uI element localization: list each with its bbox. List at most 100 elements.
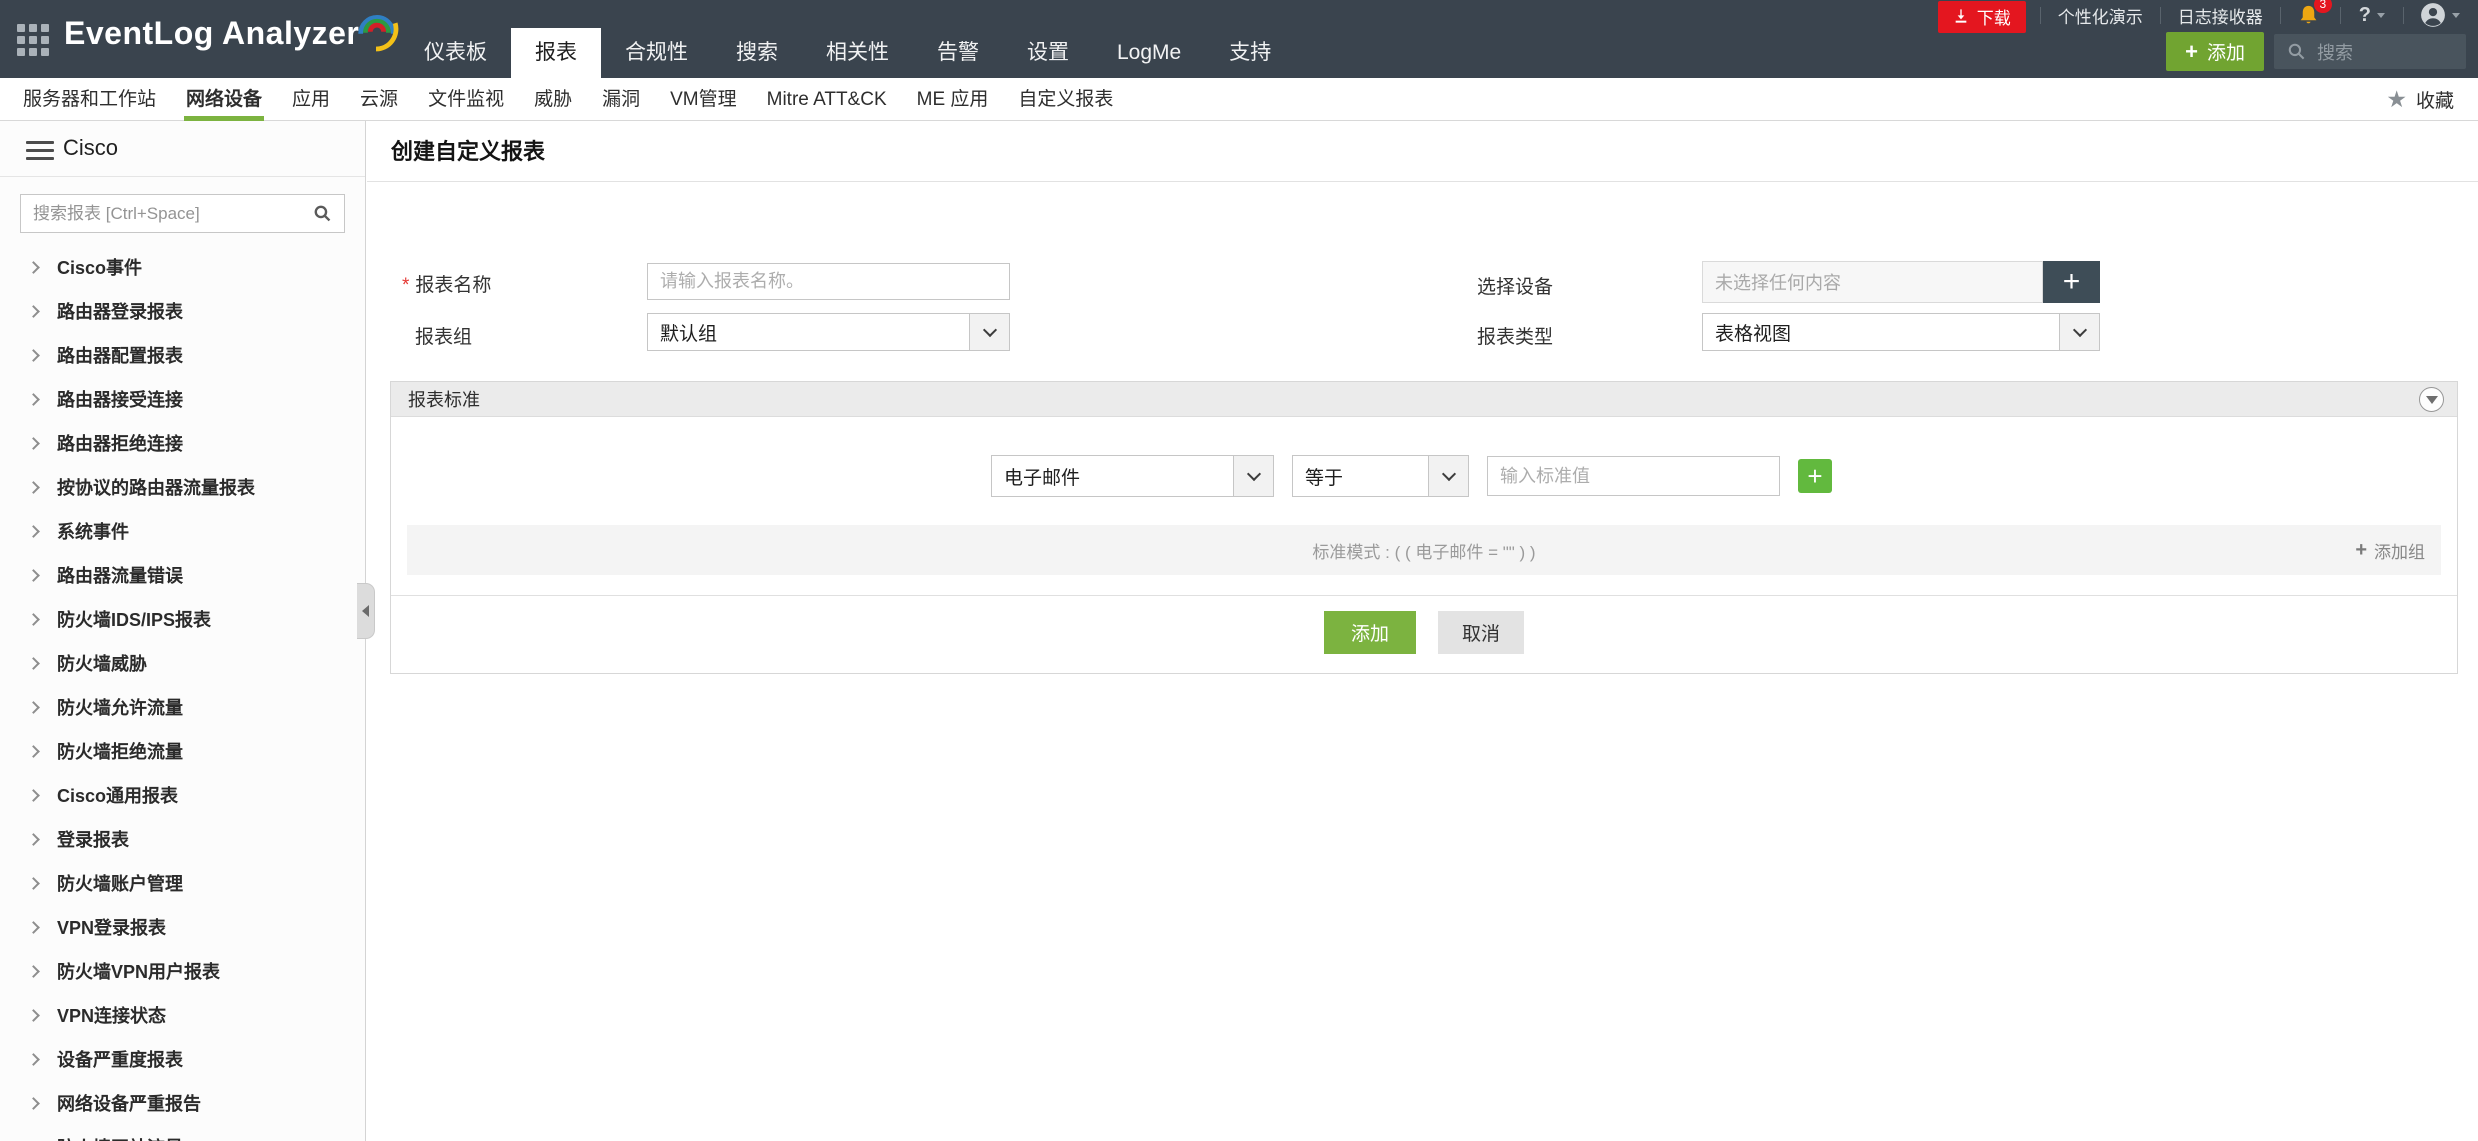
add-group-button[interactable]: + 添加组	[2355, 525, 2425, 575]
nav-tab-4[interactable]: 搜索	[712, 28, 802, 78]
user-menu-button[interactable]	[2406, 2, 2466, 28]
select-device-label: 选择设备	[1477, 277, 1554, 298]
report-group-item[interactable]: 防火墙网站流量	[0, 1125, 365, 1141]
personalized-demo-link[interactable]: 个性化演示	[2043, 3, 2158, 28]
chevron-right-icon	[27, 1052, 40, 1066]
main-content: 创建自定义报表 *报表名称 报表组 默认组 选择设备 未选择任何内容 + 报表类…	[367, 121, 2478, 1141]
report-group-item-label: Cisco通用报表	[57, 786, 179, 806]
app-grid-icon[interactable]	[17, 24, 49, 56]
page-title: 创建自定义报表	[367, 121, 2478, 182]
chevron-right-icon	[27, 1096, 40, 1110]
app-logo-text: EventLog Analyzer	[64, 15, 360, 51]
report-group-item[interactable]: VPN连接状态	[0, 993, 365, 1037]
subnav-tab-10[interactable]: ME 应用	[902, 78, 1004, 121]
download-icon	[1955, 9, 1967, 23]
nav-tab-1[interactable]: 仪表板	[400, 28, 511, 78]
subnav-tab-2[interactable]: 网络设备	[171, 78, 277, 121]
add-device-button[interactable]: +	[2043, 261, 2100, 303]
report-group-value: 默认组	[660, 323, 718, 345]
device-picker-value[interactable]: 未选择任何内容	[1702, 261, 2043, 303]
report-group-item[interactable]: 路由器登录报表	[0, 289, 365, 333]
app-logo[interactable]: EventLog Analyzer	[64, 14, 399, 52]
report-group-item[interactable]: 防火墙拒绝流量	[0, 729, 365, 773]
report-group-item[interactable]: 登录报表	[0, 817, 365, 861]
hamburger-menu-icon[interactable]	[26, 141, 54, 165]
sidebar-collapse-handle[interactable]	[357, 583, 375, 639]
report-group-item-label: 路由器登录报表	[57, 302, 183, 322]
global-add-button[interactable]: + 添加	[2166, 32, 2264, 71]
report-group-item[interactable]: 路由器流量错误	[0, 553, 365, 597]
subnav-tab-3[interactable]: 应用	[277, 78, 345, 121]
subnav-tab-11[interactable]: 自定义报表	[1003, 78, 1128, 121]
subnav-tab-4[interactable]: 云源	[345, 78, 413, 121]
chevron-left-icon	[362, 605, 369, 617]
nav-tab-2[interactable]: 报表	[511, 28, 601, 78]
report-group-item[interactable]: 防火墙账户管理	[0, 861, 365, 905]
report-group-item[interactable]: 系统事件	[0, 509, 365, 553]
report-group-item-label: 防火墙VPN用户报表	[57, 962, 221, 982]
report-type-label: 报表类型	[1477, 327, 1554, 348]
chevron-right-icon	[27, 1008, 40, 1022]
subnav-tab-7[interactable]: 漏洞	[587, 78, 655, 121]
chevron-right-icon	[27, 260, 40, 274]
nav-tab-9[interactable]: 支持	[1205, 28, 1295, 78]
criteria-field-select[interactable]: 电子邮件	[991, 455, 1274, 497]
panel-collapse-button[interactable]	[2419, 387, 2444, 412]
report-search-input[interactable]	[33, 203, 313, 224]
required-asterisk: *	[402, 275, 410, 296]
nav-tab-6[interactable]: 告警	[913, 28, 1003, 78]
notifications-button[interactable]: 3	[2283, 0, 2338, 27]
divider	[2339, 6, 2341, 24]
add-criteria-button[interactable]: +	[1798, 459, 1832, 493]
criteria-value-input[interactable]	[1487, 456, 1780, 496]
report-group-item[interactable]: 防火墙IDS/IPS报表	[0, 597, 365, 641]
subnav-tab-6[interactable]: 威胁	[519, 78, 587, 121]
report-group-item[interactable]: 路由器配置报表	[0, 333, 365, 377]
add-report-button[interactable]: 添加	[1323, 611, 1416, 654]
report-type-select[interactable]: 表格视图	[1702, 313, 2100, 351]
log-receiver-link[interactable]: 日志接收器	[2163, 3, 2278, 28]
report-group-item[interactable]: 设备严重度报表	[0, 1037, 365, 1081]
global-search-placeholder: 搜索	[2317, 42, 2353, 63]
report-group-item[interactable]: 防火墙威胁	[0, 641, 365, 685]
report-group-select[interactable]: 默认组	[647, 313, 1010, 351]
report-group-item[interactable]: 路由器拒绝连接	[0, 421, 365, 465]
report-group-label: 报表组	[415, 327, 473, 348]
chevron-right-icon	[27, 612, 40, 626]
notification-badge: 3	[2313, 0, 2332, 13]
report-group-item-label: 防火墙威胁	[57, 654, 147, 674]
subnav-tab-5[interactable]: 文件监视	[413, 78, 519, 121]
chevron-down-icon	[2377, 12, 2385, 18]
nav-tab-7[interactable]: 设置	[1003, 28, 1093, 78]
chevron-right-icon	[27, 480, 40, 494]
chevron-down-icon	[1246, 466, 1261, 481]
report-group-item-label: 路由器接受连接	[57, 390, 183, 410]
favorite-button[interactable]: ★ 收藏	[2362, 78, 2478, 121]
report-group-item[interactable]: 防火墙允许流量	[0, 685, 365, 729]
nav-tab-5[interactable]: 相关性	[802, 28, 913, 78]
report-name-input[interactable]	[647, 263, 1010, 300]
report-group-item[interactable]: 网络设备严重报告	[0, 1081, 365, 1125]
subnav-tab-9[interactable]: Mitre ATT&CK	[752, 78, 902, 121]
report-group-item[interactable]: 按协议的路由器流量报表	[0, 465, 365, 509]
subnav-tab-1[interactable]: 服务器和工作站	[8, 78, 171, 121]
sidebar: Cisco Cisco事件路由器登录报表路由器配置报表路由器接受连接路由器拒绝连…	[0, 121, 375, 1141]
help-menu-button[interactable]: ?	[2343, 4, 2401, 27]
nav-tab-3[interactable]: 合规性	[601, 28, 712, 78]
global-search-box[interactable]: 搜索	[2274, 34, 2466, 69]
report-group-item[interactable]: 路由器接受连接	[0, 377, 365, 421]
criteria-operator-select[interactable]: 等于	[1292, 455, 1469, 497]
report-group-item-label: 网络设备严重报告	[57, 1094, 201, 1114]
report-group-item[interactable]: Cisco通用报表	[0, 773, 365, 817]
report-group-item[interactable]: Cisco事件	[0, 245, 365, 289]
report-group-item-label: 按协议的路由器流量报表	[57, 478, 255, 498]
report-criteria-panel: 报表标准 电子邮件 等于 + 标准模式 : ( ( 电子邮件 = "" )	[390, 381, 2458, 674]
report-group-item[interactable]: VPN登录报表	[0, 905, 365, 949]
cancel-button[interactable]: 取消	[1438, 611, 1525, 654]
nav-tab-8[interactable]: LogMe	[1093, 28, 1205, 78]
topbar-quick-links: 下载 个性化演示 日志接收器 3 ?	[1937, 0, 2466, 33]
download-button[interactable]: 下载	[1937, 0, 2026, 33]
report-group-item[interactable]: 防火墙VPN用户报表	[0, 949, 365, 993]
subnav-tab-8[interactable]: VM管理	[655, 78, 752, 121]
global-add-label: 添加	[2206, 43, 2245, 64]
